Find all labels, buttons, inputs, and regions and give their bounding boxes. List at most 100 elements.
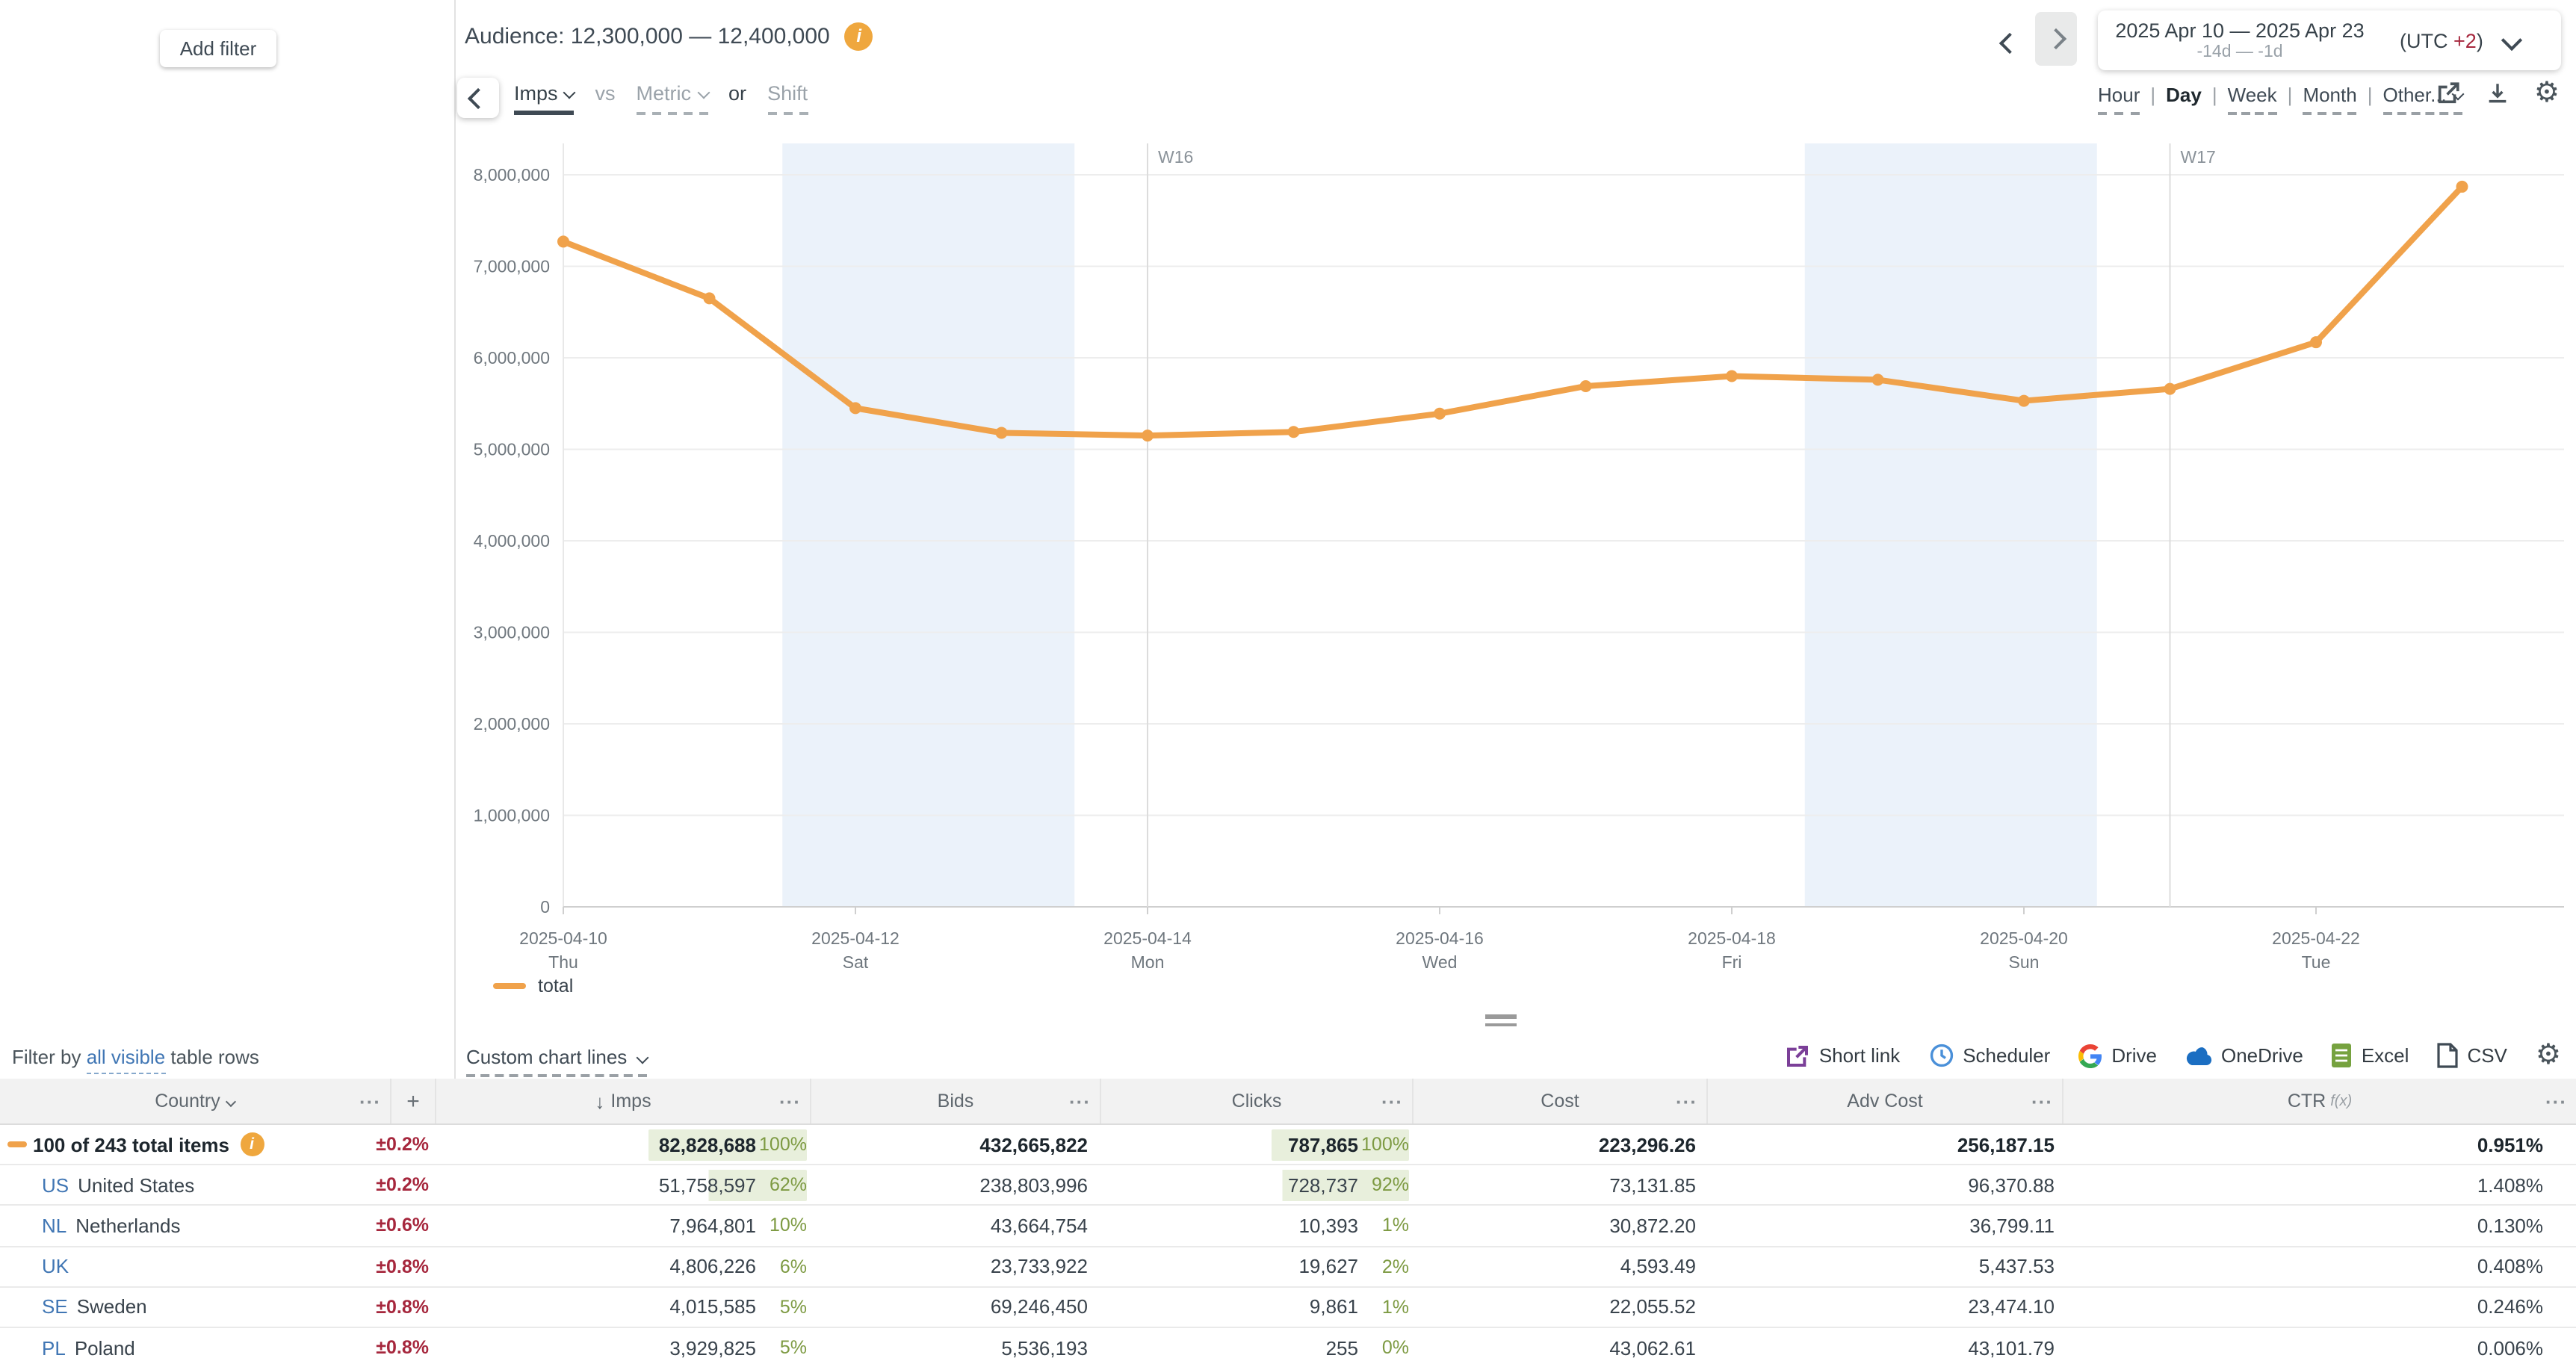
date-next-button[interactable] — [2035, 12, 2077, 66]
imps-percent: 62% — [756, 1175, 807, 1196]
clicks-percent: 1% — [1358, 1297, 1409, 1318]
export-toolbar: Short link Scheduler Drive OneDrive Excel CSV… — [1786, 1041, 2561, 1070]
column-header-imps[interactable]: ↓Imps··· — [435, 1079, 810, 1123]
data-point[interactable] — [1872, 373, 1884, 385]
x-axis-tick-date: 2025-04-12 — [811, 928, 900, 948]
date-range-relative: -14d — -1d — [2098, 43, 2382, 61]
add-filter-button[interactable]: Add filter — [160, 30, 276, 67]
collapse-panel-button[interactable] — [457, 78, 499, 118]
column-menu-icon[interactable]: ··· — [779, 1090, 801, 1112]
column-header-clicks[interactable]: Clicks··· — [1100, 1079, 1412, 1123]
data-point[interactable] — [2018, 395, 2030, 407]
cost-value: 30,872.20 — [1412, 1215, 1706, 1237]
audience-text: Audience: 12,300,000 — 12,400,000 — [465, 24, 830, 49]
data-point[interactable] — [1434, 408, 1446, 420]
imps-value: 51,758,597 — [648, 1174, 756, 1197]
cost-value: 43,062.61 — [1412, 1336, 1706, 1358]
advcost-value: 43,101.79 — [1706, 1336, 2062, 1358]
granularity-hour[interactable]: Hour — [2098, 84, 2140, 115]
granularity-day[interactable]: Day — [2166, 84, 2202, 106]
granularity-month[interactable]: Month — [2303, 84, 2356, 115]
ctr-value: 0.006% — [2062, 1336, 2576, 1358]
data-point[interactable] — [1288, 426, 1300, 438]
clicks-percent: 1% — [1358, 1215, 1409, 1236]
all-visible-link[interactable]: all visible — [87, 1046, 166, 1074]
table-row[interactable]: NLNetherlands±0.6%7,964,80110%43,664,754… — [0, 1206, 2576, 1247]
download-icon[interactable] — [2485, 81, 2510, 106]
column-menu-icon[interactable]: ··· — [2545, 1090, 2567, 1112]
column-header-country[interactable]: Country··· — [0, 1079, 390, 1123]
column-header-advcost[interactable]: Adv Cost··· — [1706, 1079, 2062, 1123]
csv-export-button[interactable]: CSV — [2437, 1043, 2507, 1068]
data-point[interactable] — [557, 235, 569, 247]
ctr-value: 1.408% — [2062, 1174, 2576, 1197]
x-axis-tick-date: 2025-04-20 — [1980, 928, 2068, 948]
column-menu-icon[interactable]: ··· — [1381, 1090, 1403, 1112]
column-menu-icon[interactable]: ··· — [2031, 1090, 2053, 1112]
table-row[interactable]: USUnited States±0.2%51,758,59762%238,803… — [0, 1165, 2576, 1206]
drive-export-button[interactable]: Drive — [2078, 1044, 2157, 1067]
data-point[interactable] — [1142, 430, 1154, 441]
time-series-chart[interactable]: 01,000,0002,000,0003,000,0004,000,0005,0… — [454, 131, 2576, 1034]
bids-value: 23,733,922 — [810, 1255, 1100, 1277]
data-point[interactable] — [2310, 336, 2322, 348]
shift-selector[interactable]: Shift — [767, 82, 808, 115]
data-table: Country···+↓Imps···Bids···Clicks···Cost·… — [0, 1079, 2576, 1358]
short-link-export-button[interactable]: Short link — [1786, 1044, 1900, 1067]
data-point[interactable] — [996, 427, 1008, 438]
y-axis-tick-label: 5,000,000 — [474, 440, 550, 459]
chevron-down-icon — [2501, 30, 2522, 51]
x-axis-tick-day: Wed — [1422, 952, 1458, 972]
error-margin: ±0.8% — [0, 1247, 429, 1286]
y-axis-tick-label: 2,000,000 — [474, 714, 550, 734]
y-axis-tick-label: 3,000,000 — [474, 623, 550, 642]
custom-chart-lines-selector[interactable]: Custom chart lines — [466, 1046, 646, 1077]
formula-indicator: f(x) — [2330, 1093, 2352, 1109]
excel-export-button[interactable]: Excel — [2332, 1043, 2409, 1068]
resize-handle[interactable] — [1485, 1014, 1517, 1031]
data-point[interactable] — [1580, 380, 1592, 392]
data-point[interactable] — [849, 402, 861, 414]
column-header-bids[interactable]: Bids··· — [810, 1079, 1100, 1123]
clicks-value: 19,627 — [1272, 1255, 1358, 1277]
x-axis-tick-day: Thu — [548, 952, 578, 972]
open-in-new-icon[interactable] — [2436, 81, 2461, 106]
x-axis-tick-day: Sat — [843, 952, 869, 972]
data-point[interactable] — [2456, 181, 2468, 193]
y-axis-tick-label: 6,000,000 — [474, 348, 550, 368]
column-menu-icon[interactable]: ··· — [1069, 1090, 1091, 1112]
table-row[interactable]: UK±0.8%4,806,2266%23,733,92219,6272%4,59… — [0, 1247, 2576, 1287]
granularity-week[interactable]: Week — [2228, 84, 2277, 115]
column-header-plus[interactable]: + — [390, 1079, 435, 1123]
onedrive-export-button[interactable]: OneDrive — [2185, 1044, 2303, 1067]
compare-metric-selector[interactable]: Metric — [637, 82, 708, 115]
table-row[interactable]: PLPoland±0.8%3,929,8255%5,536,1932550%43… — [0, 1328, 2576, 1358]
metric-selector[interactable]: Imps — [514, 82, 575, 115]
granularity-switcher: Hour|Day|Week|Month|Other... — [2098, 84, 2463, 115]
data-point[interactable] — [1726, 370, 1738, 382]
data-point[interactable] — [2164, 383, 2176, 395]
column-menu-icon[interactable]: ··· — [359, 1090, 381, 1112]
ctr-value: 0.951% — [2062, 1133, 2576, 1156]
timezone-label: (UTC +2) — [2400, 29, 2483, 52]
column-header-ctr[interactable]: CTRf(x)··· — [2062, 1079, 2576, 1123]
advcost-value: 5,437.53 — [1706, 1255, 2062, 1277]
x-axis-tick-date: 2025-04-16 — [1396, 928, 1484, 948]
column-menu-icon[interactable]: ··· — [1676, 1090, 1697, 1112]
scheduler-export-button[interactable]: Scheduler — [1928, 1043, 2050, 1068]
info-icon[interactable]: i — [845, 22, 873, 51]
vs-label: vs — [595, 82, 616, 105]
audience-summary: Audience: 12,300,000 — 12,400,000 i — [465, 22, 873, 51]
date-prev-button[interactable] — [2002, 31, 2017, 58]
date-range-picker[interactable]: 2025 Apr 10 — 2025 Apr 23 -14d — -1d (UT… — [2098, 10, 2561, 70]
totals-row[interactable]: 100 of 243 total itemsi±0.2%82,828,68810… — [0, 1125, 2576, 1165]
x-axis-tick-day: Tue — [2302, 952, 2331, 972]
column-header-cost[interactable]: Cost··· — [1412, 1079, 1706, 1123]
clicks-percent: 0% — [1358, 1337, 1409, 1358]
chart-metric-controls: Imps vs Metric or Shift — [514, 82, 808, 115]
onedrive-icon — [2185, 1045, 2212, 1066]
table-row[interactable]: SESweden±0.8%4,015,5855%69,246,4509,8611… — [0, 1288, 2576, 1328]
chart-settings-gear-icon[interactable]: ⚙ — [2534, 79, 2560, 108]
data-point[interactable] — [704, 292, 716, 304]
table-settings-gear-icon[interactable]: ⚙ — [2536, 1041, 2561, 1070]
